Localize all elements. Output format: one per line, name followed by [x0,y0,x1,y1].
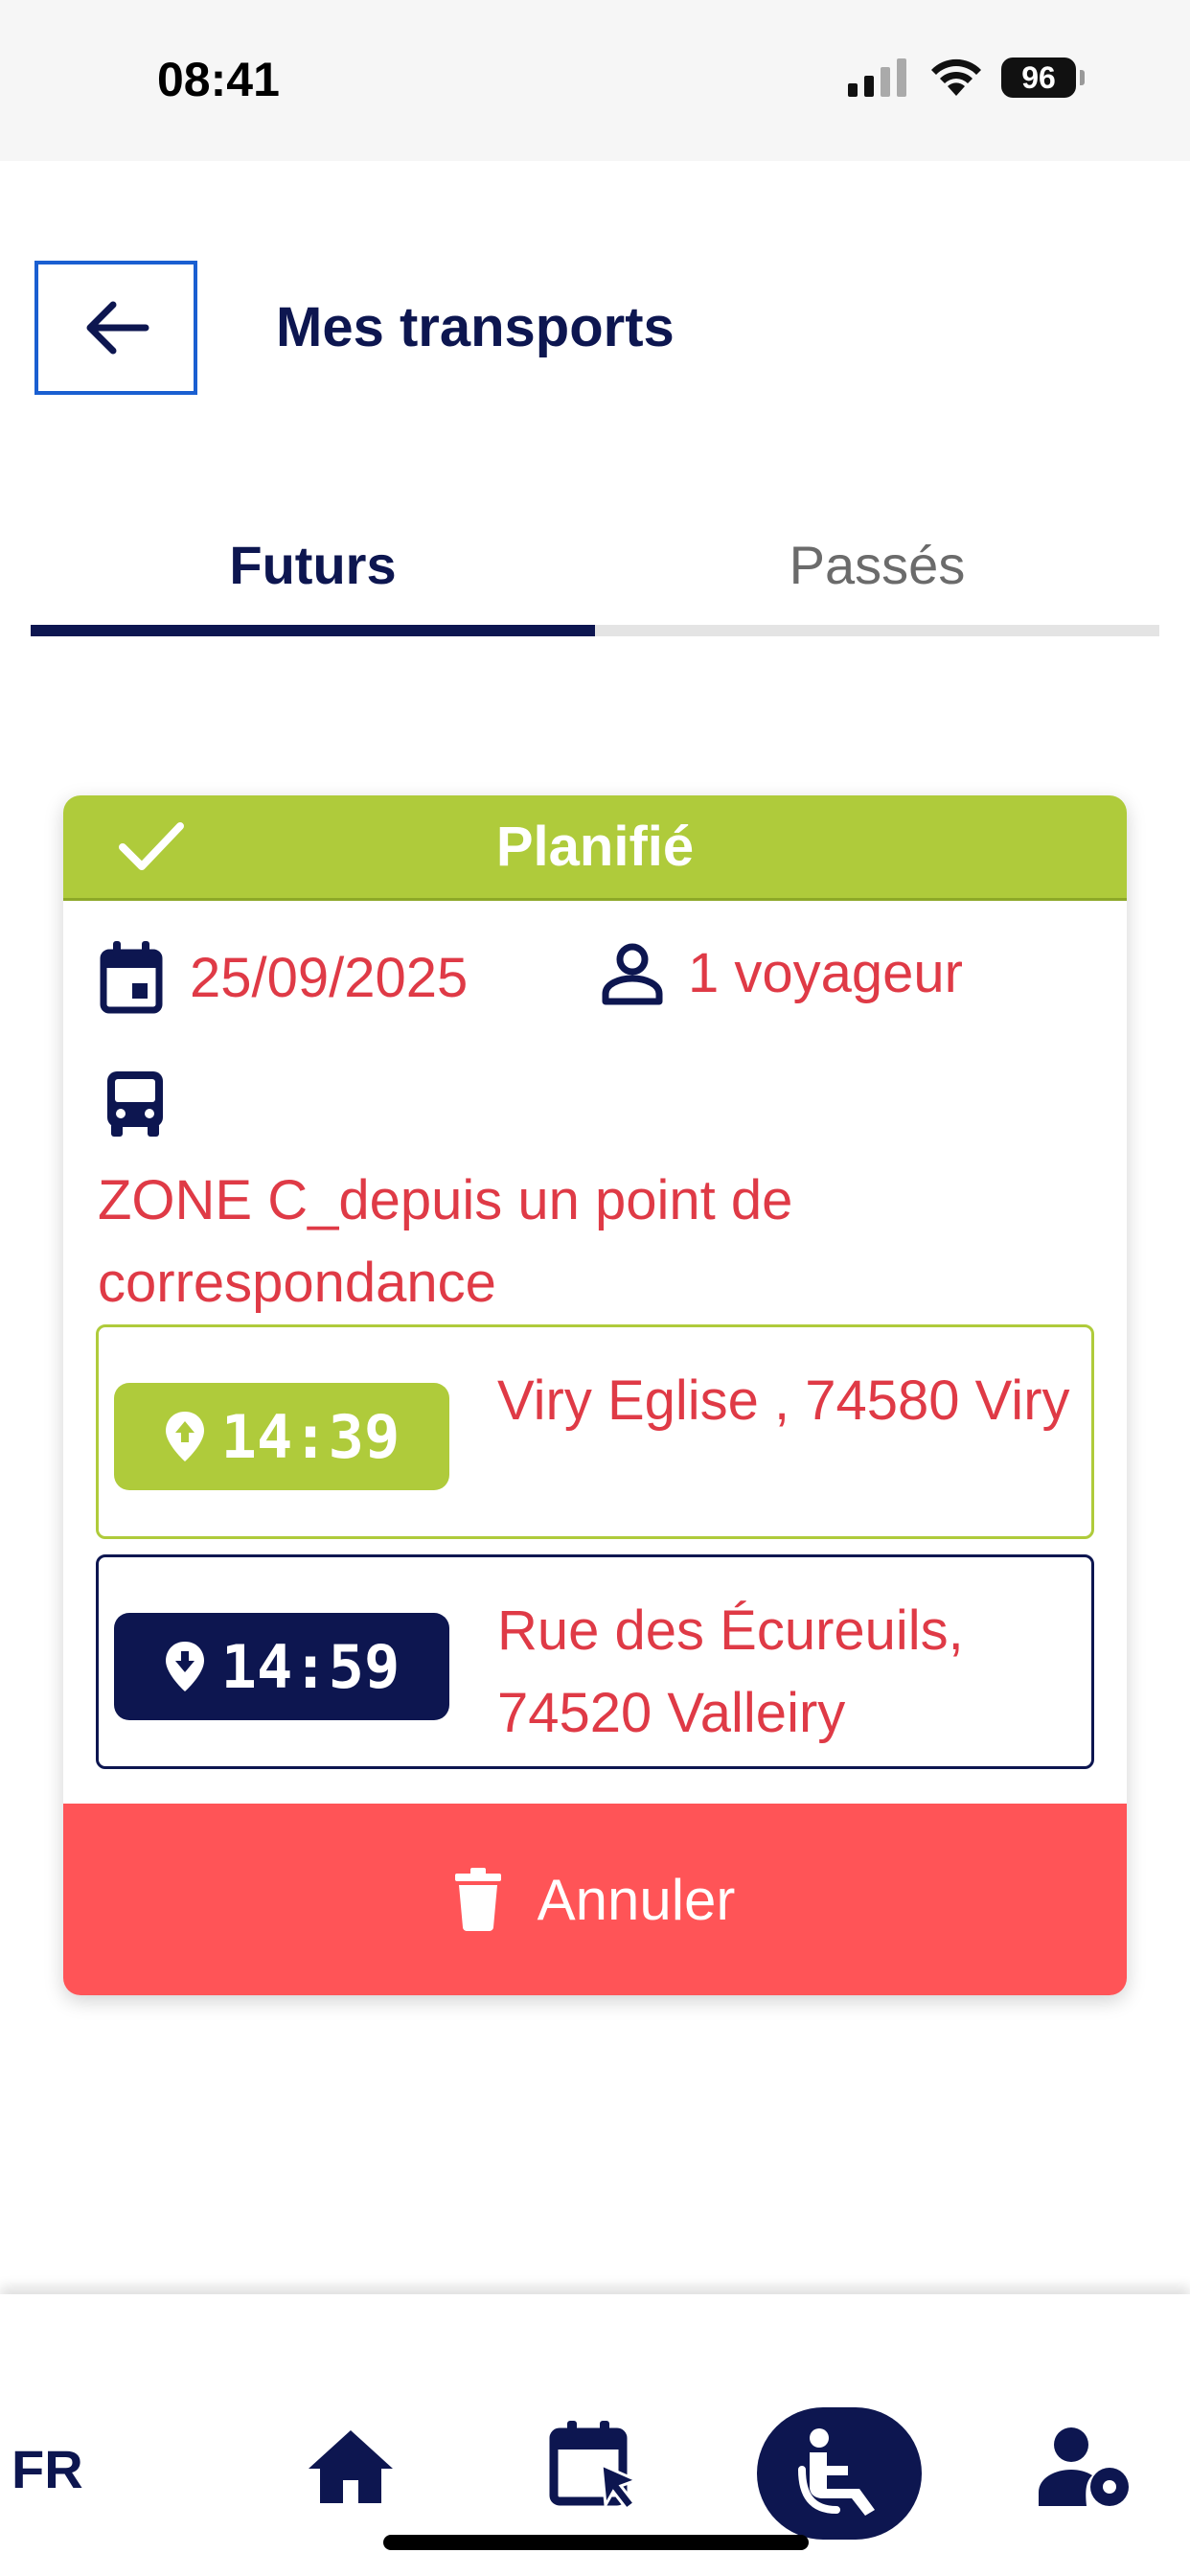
nav-my-transports[interactable] [757,2407,922,2540]
dropoff-pin-icon [165,1642,204,1691]
nav-account-settings[interactable] [1018,2400,1152,2534]
user-settings-icon [1039,2427,1129,2506]
trash-icon [454,1868,501,1931]
departure-address: Viry Eglise , 74580 Viry [497,1369,1070,1432]
accessibility-icon [798,2428,875,2516]
home-icon [309,2430,393,2503]
page-header: Mes transports [0,161,1190,477]
bus-icon [107,1071,163,1137]
cancel-button[interactable]: Annuler [63,1804,1127,1995]
tab-bar: Futurs Passés [31,508,1159,636]
tab-underline-inactive [595,625,1159,636]
departure-time: 14:39 [220,1401,400,1472]
home-indicator [383,2535,809,2550]
person-icon [602,943,663,1004]
cancel-label: Annuler [537,1867,736,1932]
calendar-icon [100,941,163,1014]
tab-futurs[interactable]: Futurs [31,508,595,621]
status-time: 08:41 [157,53,280,106]
trip-zone: ZONE C_depuis un point de correspondance [98,1169,793,1314]
arrival-time-badge: 14:59 [114,1613,449,1720]
arrival-address: Rue des Écureuils, 74520 Valleiry [497,1599,964,1744]
arrow-left-icon [86,301,149,355]
language-switcher[interactable]: FR [11,2438,83,2500]
trip-date: 25/09/2025 [190,946,469,1009]
status-bar: 08:41 96 [0,0,1190,161]
pickup-pin-icon [165,1412,204,1461]
battery-tip [1080,70,1085,85]
trip-card[interactable]: Planifié 25/09/2025 1 voyageur ZONE C_de… [63,795,1127,1995]
battery-indicator: 96 [1001,58,1076,98]
trip-status-label: Planifié [495,816,695,878]
wifi-icon [931,58,981,96]
arrival-time: 14:59 [220,1631,400,1702]
departure-time-badge: 14:39 [114,1383,449,1490]
page-title: Mes transports [276,296,675,358]
back-button[interactable] [34,261,197,395]
tab-underline-active [31,625,595,636]
trip-date-row: 25/09/2025 [98,941,468,1014]
arrival-stop: 14:59 Rue des Écureuils, 74520 Valleiry [96,1554,1094,1769]
signal-icon [848,58,906,97]
check-icon [119,822,184,870]
trip-passengers-row: 1 voyageur [602,941,963,1005]
nav-home[interactable] [284,2400,418,2534]
status-icons: 96 [848,58,1085,98]
bottom-nav: FR [0,2294,1190,2576]
nav-booking[interactable] [529,2400,663,2534]
departure-stop: 14:39 Viry Eglise , 74580 Viry [96,1324,1094,1539]
trip-passengers: 1 voyageur [688,942,963,1004]
tab-passes[interactable]: Passés [595,508,1159,621]
calendar-select-icon [549,2421,640,2512]
trip-status-banner: Planifié [63,795,1127,901]
